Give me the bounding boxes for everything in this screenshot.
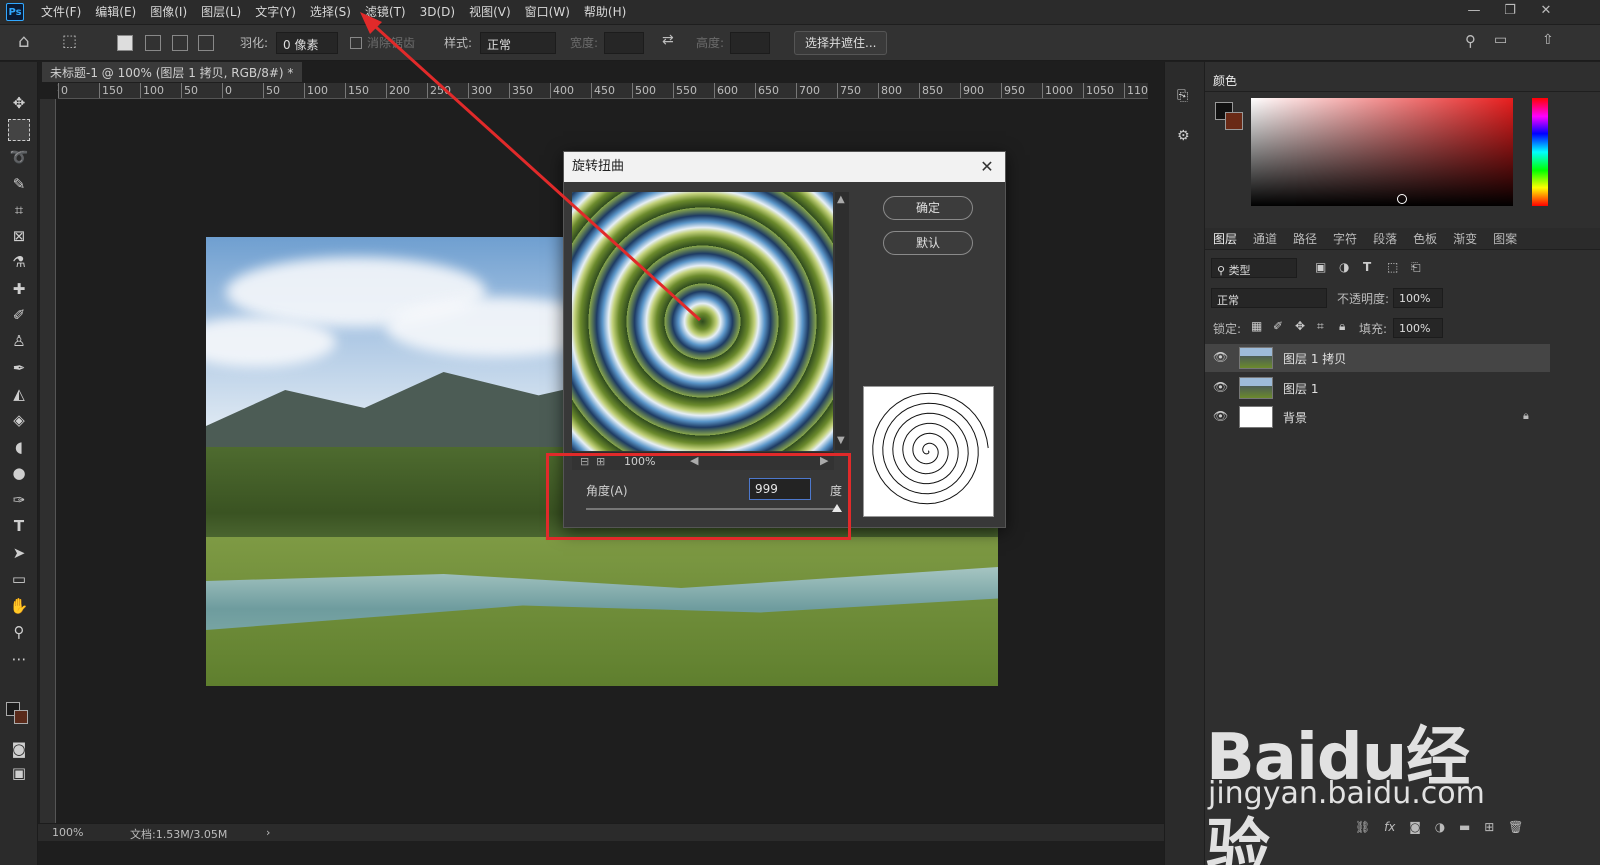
- lock-icon: 🔒︎: [1523, 409, 1529, 422]
- baidu-watermark: Baidu经验 jingyan.baidu.com: [1206, 680, 1506, 865]
- status-bar: 100% 文档:1.53M/3.05M ›: [38, 823, 1164, 841]
- search-icon: ⚲: [1217, 264, 1229, 277]
- tab-color[interactable]: 颜色: [1205, 72, 1245, 89]
- layer-name: 图层 1 拷贝: [1283, 352, 1347, 366]
- layer-row[interactable]: 👁︎ 背景 🔒︎: [1205, 403, 1550, 431]
- layer-filter-select[interactable]: ⚲ 类型: [1211, 258, 1297, 278]
- lock-label: 锁定:: [1213, 322, 1242, 336]
- visibility-eye-icon[interactable]: 👁︎: [1213, 380, 1228, 394]
- lock-paint-icon[interactable]: ✐: [1273, 319, 1283, 333]
- filter-type-icon[interactable]: T: [1363, 260, 1371, 274]
- fill-label: 填充:: [1359, 322, 1388, 336]
- tab-character[interactable]: 字符: [1325, 230, 1365, 247]
- lock-all-icon[interactable]: 🔒︎: [1339, 319, 1345, 334]
- filter-adjust-icon[interactable]: ◑: [1339, 260, 1349, 274]
- tab-patterns[interactable]: 图案: [1485, 230, 1525, 247]
- layer-filter-value: 类型: [1228, 264, 1251, 277]
- lock-transparent-icon[interactable]: ▦: [1251, 319, 1262, 333]
- layer-panel-tabs: 图层 通道 路径 字符 段落 色板 渐变 图案: [1205, 228, 1600, 250]
- collapsed-panel-dock: ⎘ ⚙: [1164, 62, 1204, 865]
- tab-paths[interactable]: 路径: [1285, 230, 1325, 247]
- layer-thumbnail: [1239, 377, 1273, 399]
- layer-thumbnail: [1239, 347, 1273, 369]
- layer-name: 图层 1: [1283, 382, 1319, 396]
- status-expand-icon[interactable]: ›: [266, 826, 270, 839]
- filter-smart-icon[interactable]: ⎗: [1411, 260, 1421, 275]
- color-panel-tabs: 颜色: [1205, 70, 1600, 92]
- layer-name: 背景: [1283, 411, 1308, 425]
- filter-shape-icon[interactable]: ⬚: [1387, 260, 1398, 274]
- opacity-input[interactable]: 100%: [1393, 288, 1443, 308]
- history-panel-icon[interactable]: ⎘: [1177, 88, 1188, 104]
- visibility-eye-icon[interactable]: 👁︎: [1213, 350, 1228, 364]
- bg-color-swatch[interactable]: [1225, 112, 1243, 130]
- delete-layer-icon[interactable]: 🗑︎: [1508, 820, 1523, 834]
- visibility-eye-icon[interactable]: 👁︎: [1213, 409, 1228, 423]
- layer-row[interactable]: 👁︎ 图层 1 拷贝: [1205, 344, 1550, 372]
- layer-row[interactable]: 👁︎ 图层 1: [1205, 374, 1550, 402]
- filter-pixel-icon[interactable]: ▣: [1315, 260, 1326, 274]
- status-zoom[interactable]: 100%: [52, 826, 83, 839]
- tab-swatches[interactable]: 色板: [1405, 230, 1445, 247]
- hue-slider[interactable]: [1532, 98, 1548, 206]
- tab-gradients[interactable]: 渐变: [1445, 230, 1485, 247]
- lock-move-icon[interactable]: ✥: [1295, 319, 1305, 333]
- watermark-url: jingyan.baidu.com: [1208, 776, 1485, 811]
- fill-input[interactable]: 100%: [1393, 318, 1443, 338]
- document-info: 文档:1.53M/3.05M: [130, 828, 228, 841]
- tab-paragraph[interactable]: 段落: [1365, 230, 1405, 247]
- tab-channels[interactable]: 通道: [1245, 230, 1285, 247]
- lock-artboard-icon[interactable]: ⌗: [1317, 319, 1324, 334]
- blend-mode-select[interactable]: 正常: [1211, 288, 1327, 308]
- color-field[interactable]: [1251, 98, 1513, 206]
- layer-thumbnail: [1239, 406, 1273, 428]
- properties-panel-icon[interactable]: ⚙: [1177, 128, 1190, 144]
- color-picker-cursor[interactable]: [1397, 194, 1407, 204]
- opacity-label: 不透明度:: [1337, 292, 1390, 306]
- tab-layers[interactable]: 图层: [1205, 230, 1245, 247]
